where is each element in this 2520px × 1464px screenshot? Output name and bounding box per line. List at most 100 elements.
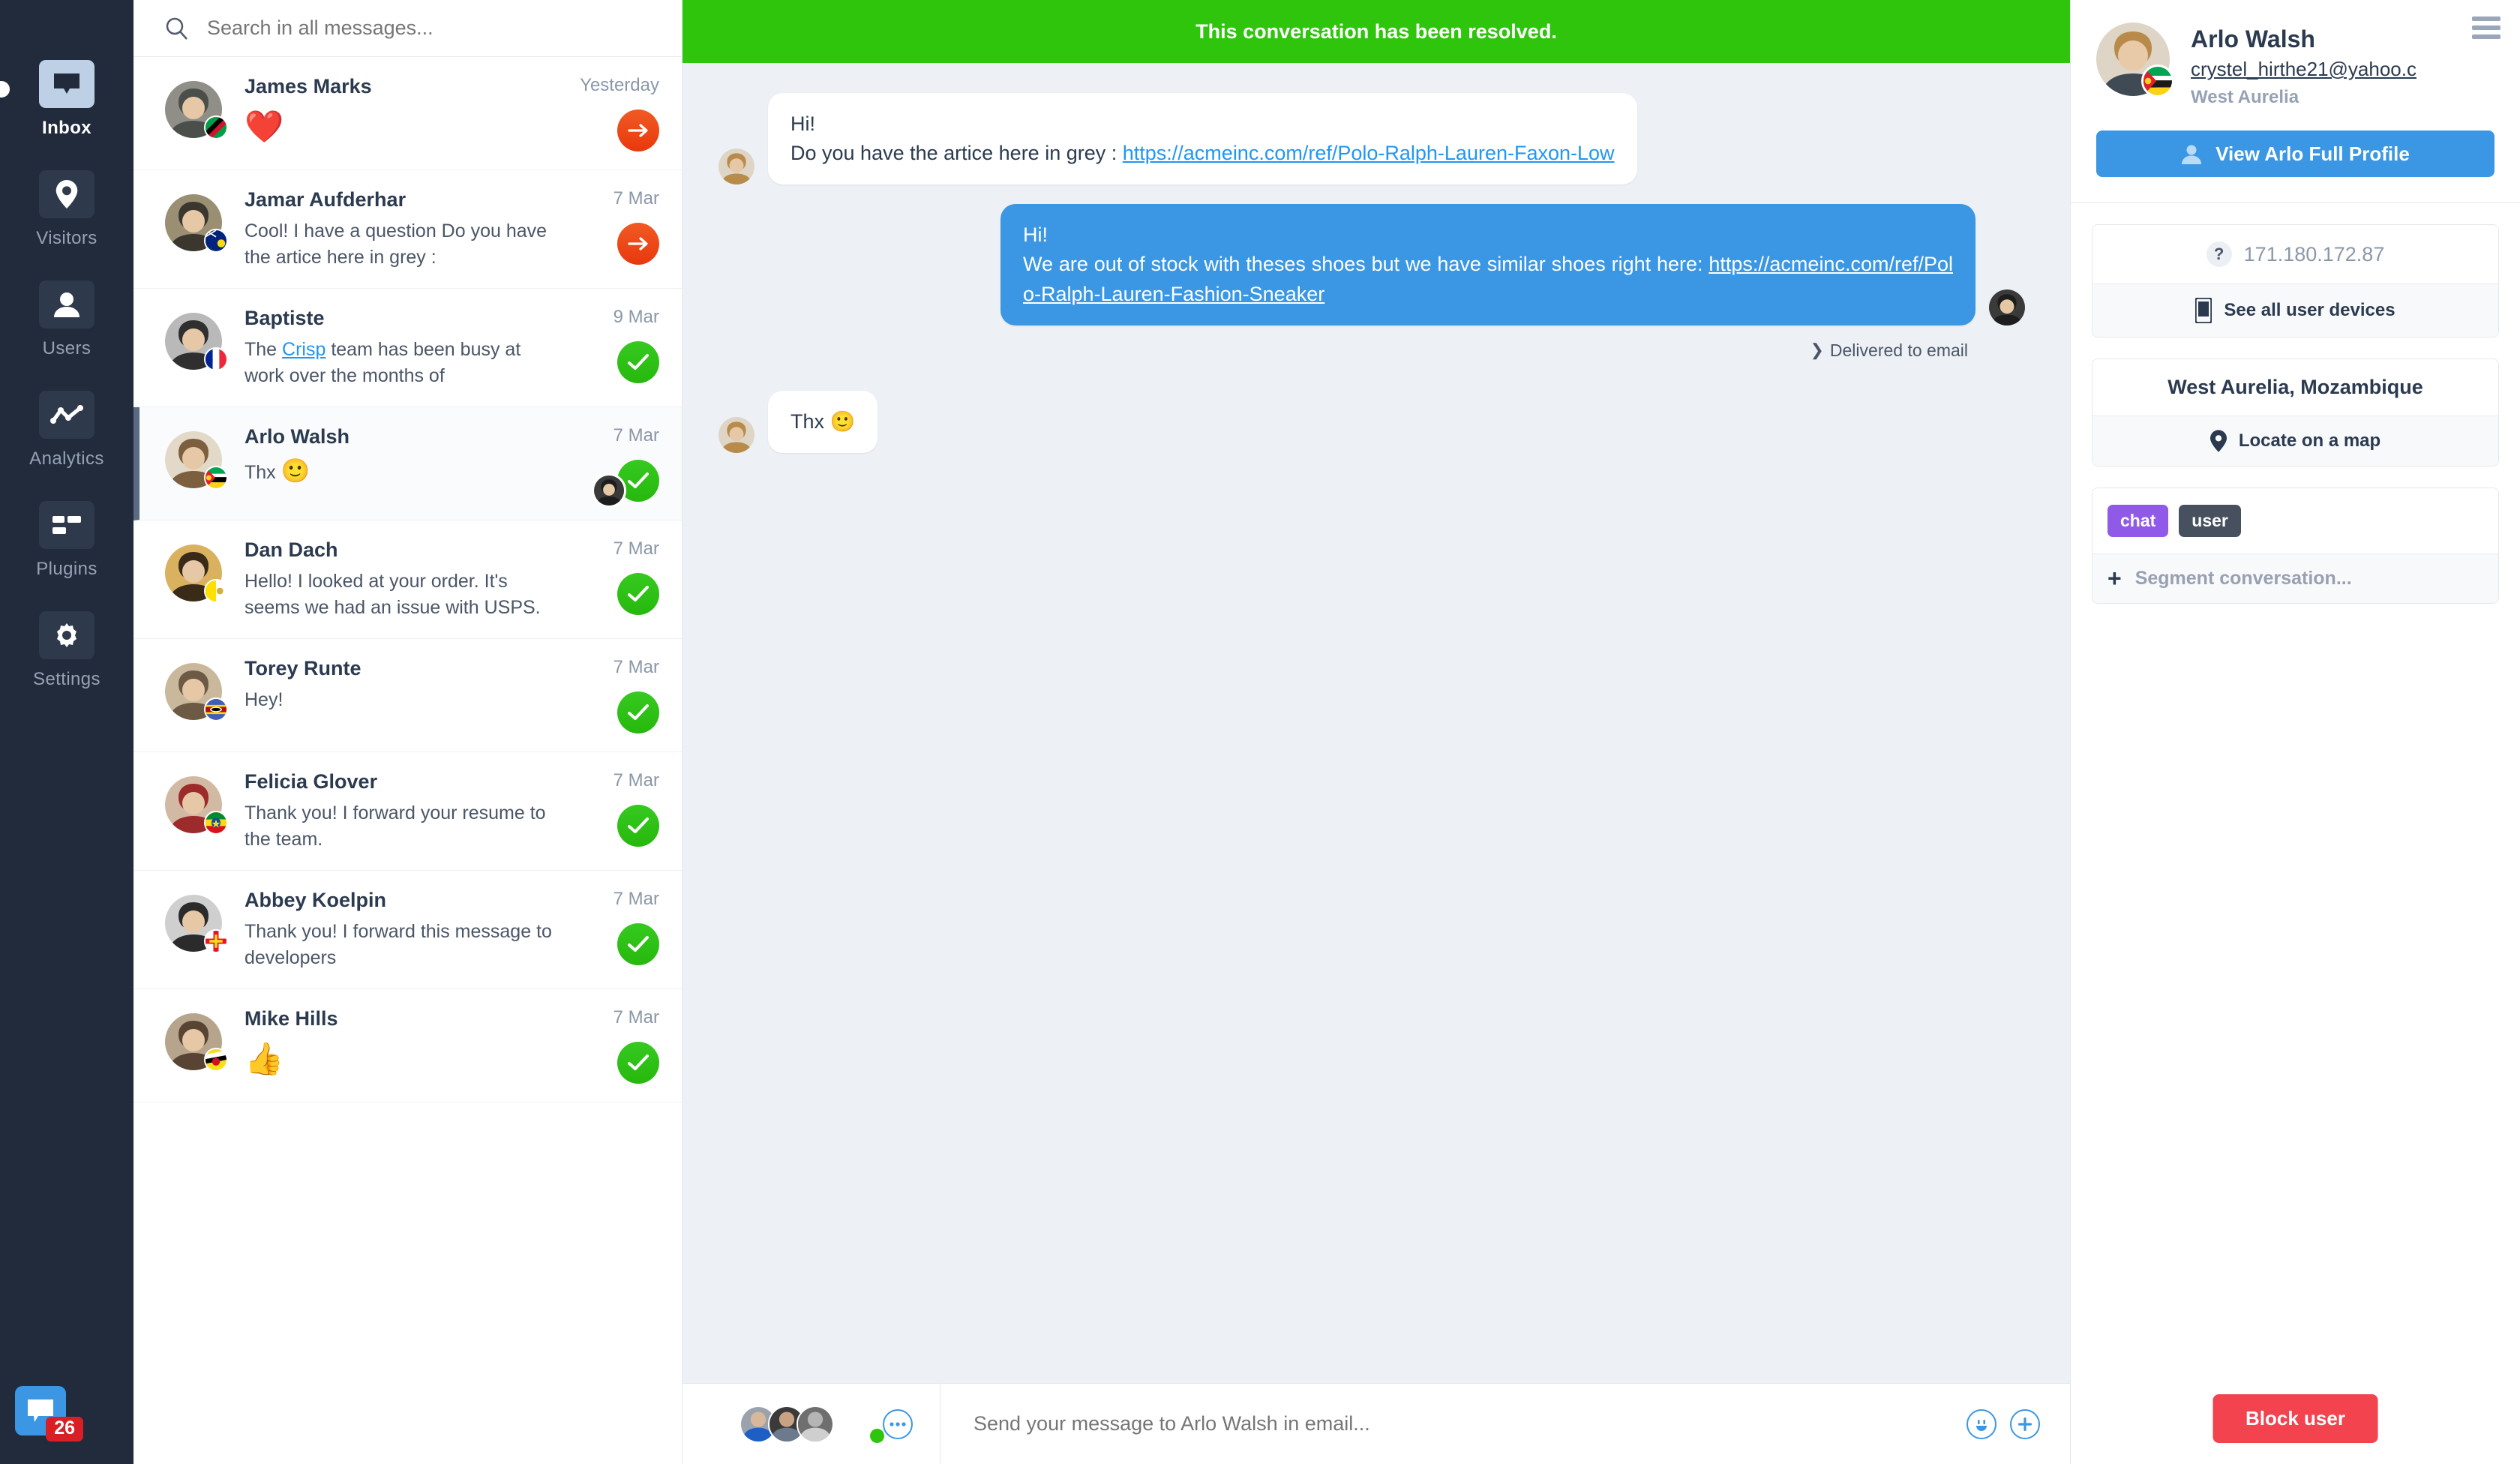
conversation-meta: 7 Mar	[569, 538, 659, 620]
conversation-name: Jamar Aufderhar	[244, 188, 406, 211]
ip-card: ? 171.180.172.87 See all user devices	[2092, 224, 2499, 338]
segment-conversation-button[interactable]: + Segment conversation...	[2092, 554, 2498, 603]
view-full-profile-button[interactable]: View Arlo Full Profile	[2096, 130, 2494, 177]
inbox-icon	[39, 60, 94, 108]
operator-avatars[interactable]	[682, 1384, 940, 1464]
sidebar-item-plugins[interactable]: Plugins	[0, 501, 134, 580]
country-flag-icon	[204, 698, 228, 722]
avatar	[796, 1405, 834, 1443]
sidebar-nav-list: Inbox Visitors Users Analytics Plugins S…	[0, 0, 134, 722]
block-user-button[interactable]: Block user	[2212, 1394, 2378, 1443]
check-icon	[628, 1054, 649, 1070]
chevron-right-icon: ❯	[1810, 340, 1824, 360]
country-flag-icon	[204, 229, 228, 253]
message-composer	[682, 1383, 2070, 1464]
conversation-preview: Thank you! I forward your resume to the …	[244, 802, 546, 850]
status-badge[interactable]	[617, 692, 659, 734]
composer-actions	[1966, 1408, 2070, 1439]
view-full-profile-label: View Arlo Full Profile	[2216, 142, 2410, 165]
country-flag-icon	[204, 347, 228, 371]
status-badge[interactable]	[617, 110, 659, 152]
search-bar	[134, 0, 682, 57]
sidebar-item-users[interactable]: Users	[0, 280, 134, 359]
conversation-row-james-marks[interactable]: James Marks ❤️ Yesterday	[134, 57, 682, 170]
see-all-user-devices-button[interactable]: See all user devices	[2092, 284, 2498, 337]
avatar	[165, 544, 228, 603]
check-icon	[628, 936, 649, 952]
online-status-dot	[870, 1429, 884, 1443]
conversation-body: Felicia Glover Thank you! I forward your …	[222, 770, 569, 852]
more-options-button[interactable]	[883, 1408, 913, 1439]
status-badge[interactable]	[617, 573, 659, 615]
smiley-icon[interactable]	[1966, 1408, 1996, 1439]
locate-on-map-button[interactable]: Locate on a map	[2092, 416, 2498, 466]
conversation-rows: James Marks ❤️ Yesterday Jamar Aufderhar Coo…	[134, 57, 682, 1464]
sidebar-item-inbox[interactable]: Inbox	[0, 60, 134, 139]
status-badge[interactable]	[617, 1042, 659, 1084]
geolocation-row: West Aurelia, Mozambique	[2092, 359, 2498, 416]
conversation-row-felicia-glover[interactable]: Felicia Glover Thank you! I forward your …	[134, 752, 682, 871]
tag-chat[interactable]: chat	[2108, 505, 2169, 537]
conversation-name: Torey Runte	[244, 657, 362, 680]
conversation-row-arlo-walsh[interactable]: Arlo Walsh Thx 🙂 7 Mar	[134, 407, 682, 520]
country-flag-icon	[204, 116, 228, 140]
conversation-row-baptiste[interactable]: Baptiste The Crisp team has been busy at …	[134, 289, 682, 407]
conversation-name: Arlo Walsh	[244, 425, 350, 448]
chat-launcher-button[interactable]: 26	[15, 1386, 83, 1442]
sidebar-item-settings[interactable]: Settings	[0, 611, 134, 690]
conversation-date: 7 Mar	[613, 657, 659, 677]
status-badge[interactable]	[617, 223, 659, 265]
conversation-pane: This conversation has been resolved. Hi!…	[682, 0, 2070, 1464]
conversation-date: 7 Mar	[613, 538, 659, 559]
status-badge[interactable]	[617, 341, 659, 383]
country-flag-icon	[204, 466, 228, 490]
country-flag-icon	[204, 579, 228, 603]
sidebar-item-visitors[interactable]: Visitors	[0, 170, 134, 249]
conversation-preview: Hey!	[244, 689, 284, 710]
status-badge[interactable]	[592, 460, 659, 508]
search-icon	[166, 17, 188, 40]
search-input[interactable]	[207, 16, 627, 40]
conversation-preview: Thank you! I forward this message to dev…	[244, 921, 552, 968]
conversation-meta: 9 Mar	[569, 307, 659, 388]
sidebar-item-label: Settings	[33, 669, 100, 689]
status-badge[interactable]	[617, 805, 659, 847]
conversation-date: 7 Mar	[613, 188, 659, 208]
conversation-date: 7 Mar	[613, 1007, 659, 1028]
conversation-row-dan-dach[interactable]: Dan Dach Hello! I looked at your order. I…	[134, 520, 682, 639]
conversation-meta: 7 Mar	[569, 770, 659, 852]
tag-user[interactable]: user	[2179, 505, 2241, 537]
status-badge[interactable]	[617, 923, 659, 965]
conversation-meta: 7 Mar	[569, 1007, 659, 1084]
sidebar-item-label: Inbox	[42, 118, 92, 138]
conversation-row-mike-hills[interactable]: Mike Hills 👍 7 Mar	[134, 989, 682, 1102]
inline-link[interactable]: Crisp	[282, 339, 326, 360]
message-input[interactable]	[940, 1412, 1966, 1436]
message-link[interactable]: https://acmeinc.com/ref/Polo-Ralph-Laure…	[1123, 142, 1615, 164]
conversation-name: Abbey Koelpin	[244, 889, 387, 911]
avatar	[165, 313, 228, 371]
user-email-link[interactable]: crystel_hirthe21@yahoo.c	[2191, 58, 2416, 81]
message-bubble-incoming: Thx 🙂	[768, 390, 878, 453]
conversation-meta: 7 Mar	[569, 188, 659, 270]
ip-address-value: 171.180.172.87	[2243, 242, 2385, 266]
conversation-meta: 7 Mar	[569, 889, 659, 970]
conversation-meta: 7 Mar	[569, 657, 659, 734]
divider	[2071, 202, 2520, 203]
delivery-status[interactable]: ❯ Delivered to email	[718, 340, 1968, 361]
conversation-preview: Hello! I looked at your order. It's seem…	[244, 571, 541, 618]
hamburger-menu-icon[interactable]	[2472, 16, 2500, 44]
panel-user-meta: Arlo Walsh crystel_hirthe21@yahoo.c West…	[2170, 22, 2416, 108]
conversation-meta: Yesterday	[569, 75, 659, 152]
message-bubble-outgoing: Hi! We are out of stock with theses shoes…	[1000, 204, 1976, 326]
conversation-row-jamar-aufderhar[interactable]: Jamar Aufderhar Cool! I have a question D…	[134, 170, 682, 289]
help-icon[interactable]: ?	[2206, 242, 2232, 267]
sidebar-item-analytics[interactable]: Analytics	[0, 391, 134, 470]
conversation-row-abbey-koelpin[interactable]: Abbey Koelpin Thank you! I forward this m…	[134, 871, 682, 989]
conversation-row-torey-runte[interactable]: Torey Runte Hey! 7 Mar	[134, 639, 682, 752]
plus-icon[interactable]	[2010, 1408, 2040, 1439]
conversation-body: Abbey Koelpin Thank you! I forward this m…	[222, 889, 569, 970]
conversation-preview: 👍	[244, 1037, 559, 1081]
message-row: Hi! We are out of stock with theses shoes…	[718, 204, 2025, 326]
conversation-preview: Cool! I have a question Do you have the …	[244, 220, 548, 268]
